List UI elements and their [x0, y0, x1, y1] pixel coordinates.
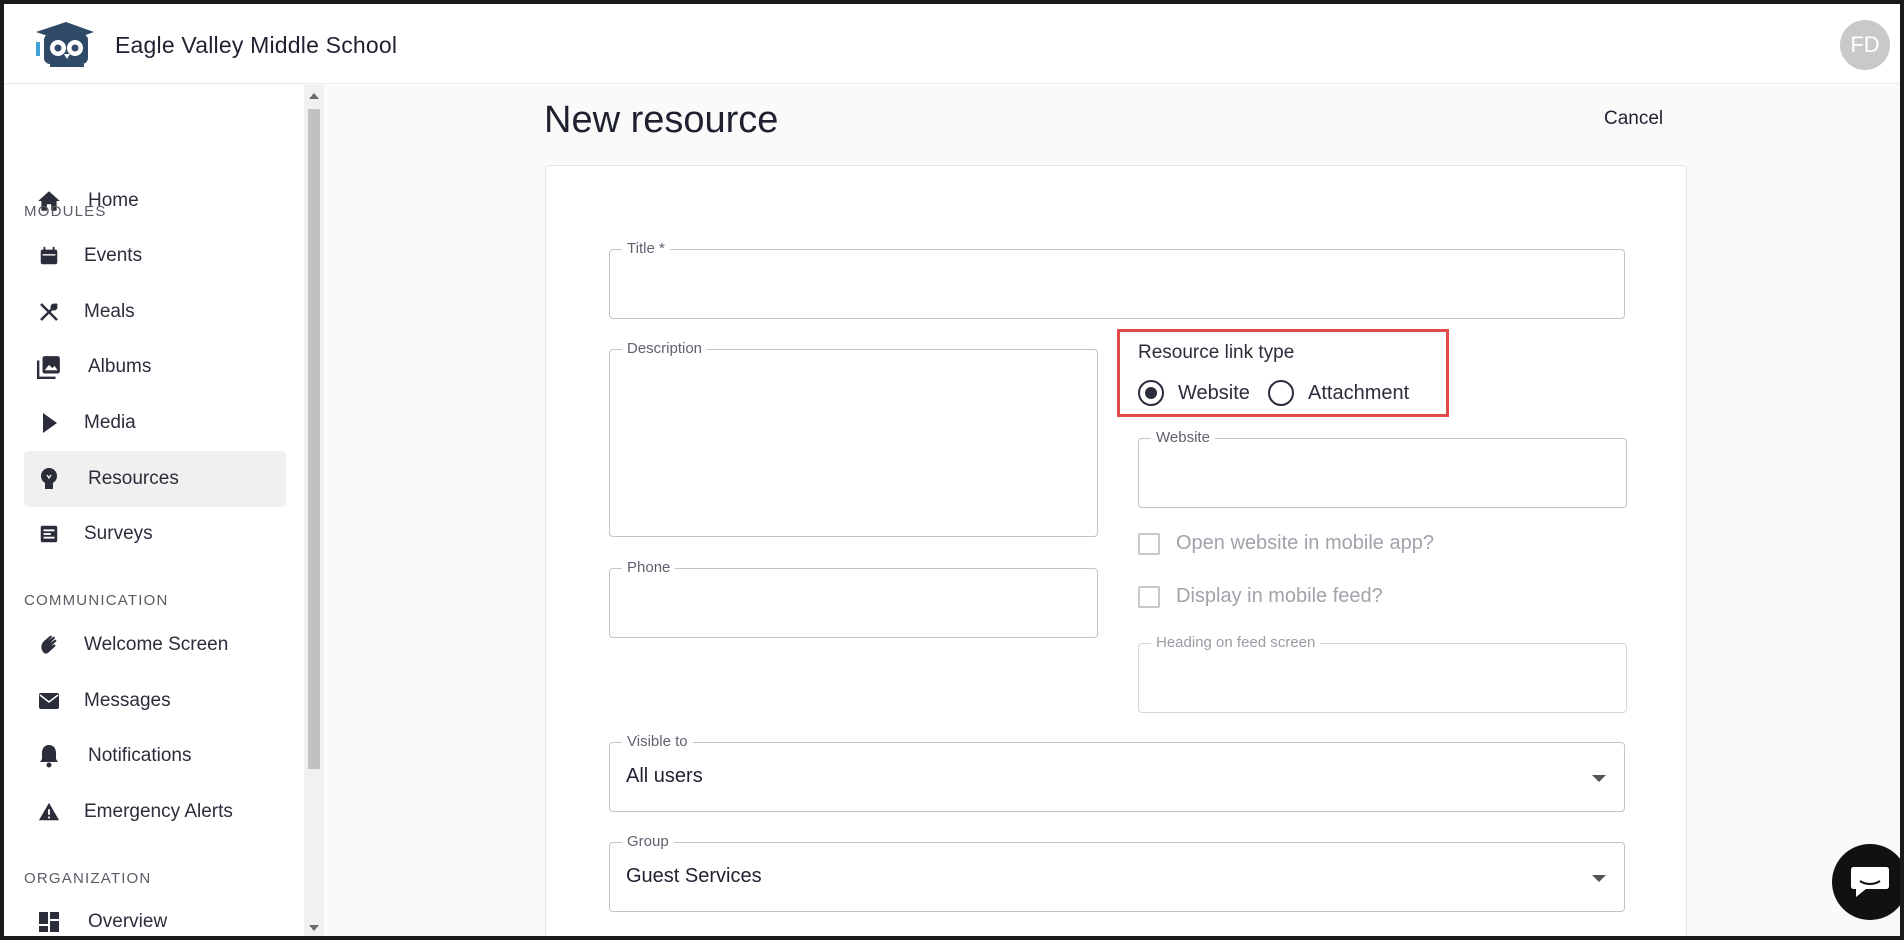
utensils-icon: [36, 299, 62, 325]
sidebar-item-label: Events: [84, 245, 143, 266]
page-title: New resource: [544, 99, 779, 141]
phone-field-label: Phone: [622, 559, 676, 576]
scroll-thumb[interactable]: [308, 109, 320, 769]
radio-attachment[interactable]: Attachment: [1268, 380, 1409, 406]
sidebar-item-albums[interactable]: Albums: [24, 339, 286, 395]
chat-bubble-icon: [1851, 867, 1889, 897]
cancel-button[interactable]: Cancel: [1604, 108, 1663, 130]
warning-icon: [36, 799, 62, 825]
visible-to-value: All users: [626, 765, 703, 787]
feed-heading-field[interactable]: Heading on feed screen: [1138, 634, 1627, 713]
top-bar: Eagle Valley Middle School FD: [4, 4, 1900, 84]
calendar-icon: [36, 243, 62, 269]
sidebar-item-label: Notifications: [88, 745, 192, 766]
visible-to-select[interactable]: Visible to All users: [609, 733, 1625, 812]
survey-icon: [36, 521, 62, 547]
website-field-label: Website: [1151, 429, 1215, 446]
sidebar-scrollbar[interactable]: [304, 85, 324, 936]
checkbox-icon[interactable]: [1138, 532, 1160, 555]
envelope-icon: [36, 688, 62, 714]
sidebar-item-label: Resources: [88, 468, 179, 489]
visible-to-label: Visible to: [622, 733, 693, 750]
sidebar-item-label: Emergency Alerts: [84, 801, 233, 822]
sidebar-item-home[interactable]: Home: [24, 173, 286, 229]
scroll-down-icon[interactable]: [309, 925, 319, 931]
phone-field[interactable]: Phone: [609, 559, 1098, 638]
group-select[interactable]: Group Guest Services: [609, 833, 1625, 912]
open-in-app-checkbox[interactable]: Open website in mobile app?: [1138, 532, 1434, 555]
lightbulb-icon: [36, 466, 62, 492]
chevron-down-icon[interactable]: [1592, 775, 1606, 782]
sidebar-item-emergency-alerts[interactable]: Emergency Alerts: [24, 784, 286, 840]
school-name: Eagle Valley Middle School: [115, 32, 398, 58]
resource-link-type-group: Resource link type Website Attachment: [1117, 329, 1449, 417]
sidebar: Home MODULES Events Meals Albums Media R…: [4, 85, 304, 936]
dashboard-icon: [36, 909, 62, 935]
play-icon: [36, 410, 62, 436]
wave-hand-icon: [36, 632, 62, 658]
description-field-label: Description: [622, 340, 708, 357]
title-field[interactable]: Title *: [609, 240, 1625, 319]
chevron-down-icon[interactable]: [1592, 875, 1606, 882]
sidebar-item-label: Overview: [88, 911, 168, 932]
chat-button[interactable]: [1832, 844, 1900, 920]
sidebar-item-label: Meals: [84, 301, 135, 322]
section-label-modules: MODULES: [24, 203, 107, 220]
description-field[interactable]: Description: [609, 340, 1098, 537]
open-in-app-label: Open website in mobile app?: [1176, 532, 1434, 554]
website-field[interactable]: Website: [1138, 429, 1627, 508]
radio-website-label: Website: [1178, 381, 1250, 404]
group-value: Guest Services: [626, 865, 762, 887]
sidebar-item-label: Messages: [84, 690, 171, 711]
resource-link-type-label: Resource link type: [1138, 342, 1295, 363]
sidebar-item-media[interactable]: Media: [24, 395, 286, 451]
title-field-label: Title *: [622, 240, 670, 257]
photo-album-icon: [36, 354, 62, 380]
bell-icon: [36, 743, 62, 769]
group-label: Group: [622, 833, 674, 850]
sidebar-item-label: Media: [84, 412, 136, 433]
sidebar-item-label: Albums: [88, 356, 152, 377]
feed-heading-field-label: Heading on feed screen: [1151, 634, 1321, 651]
display-feed-label: Display in mobile feed?: [1176, 585, 1383, 607]
sidebar-item-surveys[interactable]: Surveys: [24, 506, 286, 562]
checkbox-icon[interactable]: [1138, 585, 1160, 608]
sidebar-item-notifications[interactable]: Notifications: [24, 728, 286, 784]
sidebar-item-label: Surveys: [84, 523, 153, 544]
section-label-organization: ORGANIZATION: [24, 870, 152, 887]
school-logo-icon[interactable]: [30, 20, 96, 70]
radio-attachment-label: Attachment: [1308, 381, 1410, 404]
sidebar-item-resources[interactable]: Resources: [24, 451, 286, 507]
sidebar-item-label: Welcome Screen: [84, 634, 229, 655]
radio-selected-icon[interactable]: [1138, 380, 1164, 406]
sidebar-item-meals[interactable]: Meals: [24, 284, 286, 340]
sidebar-item-welcome-screen[interactable]: Welcome Screen: [24, 617, 286, 673]
resource-form-card: Title * Description Phone Website Headin…: [545, 165, 1687, 936]
display-feed-checkbox[interactable]: Display in mobile feed?: [1138, 585, 1383, 608]
radio-website[interactable]: Website: [1138, 380, 1250, 406]
section-label-communication: COMMUNICATION: [24, 592, 169, 609]
sidebar-item-events[interactable]: Events: [24, 228, 286, 284]
user-avatar[interactable]: FD: [1840, 20, 1890, 70]
scroll-up-icon[interactable]: [309, 93, 319, 99]
sidebar-item-overview[interactable]: Overview: [24, 894, 286, 936]
radio-unselected-icon[interactable]: [1268, 380, 1294, 406]
sidebar-item-messages[interactable]: Messages: [24, 673, 286, 729]
app-window: Eagle Valley Middle School FD Home MODUL…: [0, 0, 1904, 940]
